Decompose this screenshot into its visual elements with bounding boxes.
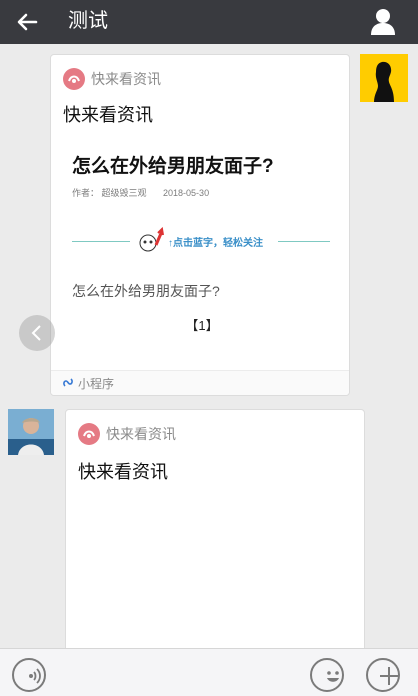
- article-title: 怎么在外给男朋友面子?: [72, 156, 274, 177]
- voice-icon: [29, 668, 41, 684]
- banner-line-left: [72, 241, 130, 242]
- article-author: 作者： 超级毁三观: [72, 188, 147, 198]
- emoji-icon: [327, 671, 339, 682]
- card-footer: 小程序: [51, 370, 349, 395]
- mini-program-label: 小程序: [78, 377, 115, 391]
- banner-text: ↑点击蓝字，轻松关注: [168, 238, 263, 249]
- input-toolbar: [0, 648, 418, 696]
- mini-program-name-2: 快来看资讯: [106, 426, 176, 442]
- mini-program-logo-icon: [63, 68, 85, 90]
- voice-button[interactable]: [12, 658, 46, 692]
- article-date: 2018-05-30: [163, 188, 210, 198]
- mini-program-name: 快来看资讯: [91, 71, 161, 87]
- article-subtitle: 怎么在外给男朋友面子?: [72, 283, 220, 299]
- emoji-button[interactable]: [310, 658, 344, 692]
- person-photo: [8, 409, 54, 455]
- arrow-left-icon[interactable]: [14, 9, 40, 35]
- scroll-left-button[interactable]: [19, 315, 55, 351]
- chevron-left-icon: [31, 325, 41, 341]
- avatar-contact[interactable]: [8, 409, 54, 455]
- mini-program-header: 快来看资讯: [63, 67, 161, 91]
- mini-program-card[interactable]: 快来看资讯 快来看资讯 怎么在外给男朋友面子? 作者： 超级毁三观 2018-0…: [50, 54, 350, 396]
- top-bar: 测试: [0, 0, 418, 44]
- banner-line-right: [278, 241, 330, 242]
- follow-banner: ↑点击蓝字，轻松关注: [72, 227, 330, 257]
- article-meta: 作者： 超级毁三观 2018-05-30: [72, 186, 223, 199]
- mini-program-card-2[interactable]: 快来看资讯 快来看资讯: [65, 409, 365, 669]
- mini-program-logo-icon: [78, 423, 100, 445]
- avatar-self[interactable]: [360, 54, 408, 102]
- user-icon[interactable]: [368, 6, 398, 36]
- silhouette-icon: [360, 54, 408, 102]
- mini-program-icon: [63, 378, 73, 387]
- add-button[interactable]: [366, 658, 400, 692]
- page-number: 【1】: [185, 318, 219, 333]
- plus-icon: [380, 667, 398, 685]
- page-title: 测试: [68, 10, 108, 32]
- card-title: 快来看资讯: [63, 105, 153, 125]
- card-preview-image: 怎么在外给男朋友面子? 作者： 超级毁三观 2018-05-30 ↑点击蓝字，轻…: [52, 131, 348, 371]
- mini-program-header-2: 快来看资讯: [78, 422, 176, 446]
- card-title-2: 快来看资讯: [78, 462, 168, 482]
- mascot-icon: [139, 227, 164, 252]
